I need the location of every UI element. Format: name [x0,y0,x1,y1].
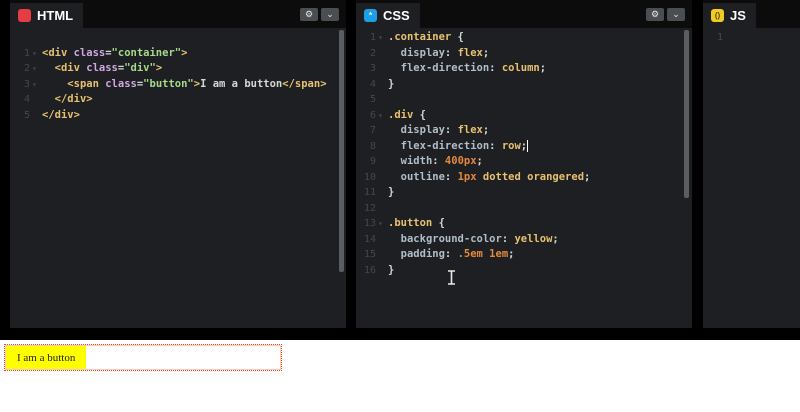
html-tab[interactable]: HTML [10,3,84,28]
html-scrollbar[interactable] [339,30,344,272]
code-line: 9 width: 400px; [369,155,483,167]
css-code-editor[interactable]: 1 ▾ .container { 2 display: flex; 3 flex-d… [356,30,692,328]
code-line: 2 ▾ <div class="div"> [10,46,346,74]
js-pane-header: () JS [703,0,800,28]
editor-area: HTML ⚙ ⌄ 1 ▾ <div class="container"> 2 ▾ <d… [0,0,800,340]
line-number: 5 [23,109,30,121]
code-line: 5 [369,94,376,105]
html-pane-header: HTML ⚙ ⌄ [10,0,346,28]
ibeam-cursor-icon [448,270,455,285]
code-line: 7 display: flex; [369,124,490,136]
code-line: 2 display: flex; [369,46,490,59]
html-tab-label: HTML [37,8,74,23]
code-line: 8 flex-direction: row; [369,139,529,152]
html-pane-controls: ⚙ ⌄ [300,8,339,21]
code-line: 1 ▾ <div class="container"> [10,30,346,59]
html-editor-pane: HTML ⚙ ⌄ 1 ▾ <div class="container"> 2 ▾ <d… [10,0,346,328]
code-line: 16} [363,263,395,276]
fold-arrow-icon[interactable]: ▾ [378,30,383,46]
js-tab-label: JS [730,8,746,23]
code-line: 3 ▾ <span class="button">I am a button</s… [10,61,346,90]
css-tab-label: CSS [383,8,410,23]
fold-arrow-icon[interactable]: ▾ [378,108,383,124]
html-collapse-chevron-down-icon[interactable]: ⌄ [321,8,339,21]
js-tab[interactable]: () JS [703,3,756,28]
css-pane-header: * CSS ⚙ ⌄ [356,0,692,28]
result-preview: I am a button [0,340,800,412]
code-line: 5 </div> [10,92,346,121]
code-line: 10 outline: 1px dotted orangered; [363,170,591,183]
code-line: 11} [363,186,395,198]
js-code-editor[interactable]: 1 [703,30,800,328]
line-number: 1 [716,32,723,43]
css-file-icon: * [364,9,377,22]
code-line: 3 flex-direction: column; [369,62,547,74]
code-line: 6 ▾ .div { [356,108,692,124]
css-collapse-chevron-down-icon[interactable]: ⌄ [667,8,685,21]
code-line: 4 </div> [10,77,346,105]
html-settings-gear-icon[interactable]: ⚙ [300,8,318,21]
code-line: 13 ▾ .button { [356,216,692,232]
css-pane-controls: ⚙ ⌄ [646,8,685,21]
code-line: 14 background-color: yellow; [363,232,559,245]
css-scrollbar[interactable] [684,30,689,198]
css-tab[interactable]: * CSS [356,3,420,28]
js-editor-pane: () JS 1 [703,0,800,328]
code-line: 4} [369,77,395,90]
js-file-icon: () [711,9,724,22]
code-line: 15 padding: .5em 1em; [363,248,515,260]
fold-arrow-icon[interactable]: ▾ [378,216,383,232]
code-line: 12 [363,202,376,214]
code-text: </div> [42,108,80,121]
code-line: 1 [703,30,800,46]
preview-div-container: I am a button [4,344,282,371]
css-settings-gear-icon[interactable]: ⚙ [646,8,664,21]
preview-button[interactable]: I am a button [6,346,87,369]
code-line: 1 ▾ .container { [356,30,692,46]
html-file-icon [18,9,31,22]
css-editor-pane: * CSS ⚙ ⌄ 1 ▾ .container { 2 display: flex… [356,0,692,328]
html-code-editor[interactable]: 1 ▾ <div class="container"> 2 ▾ <div class=… [10,30,346,328]
text-cursor [527,139,529,152]
